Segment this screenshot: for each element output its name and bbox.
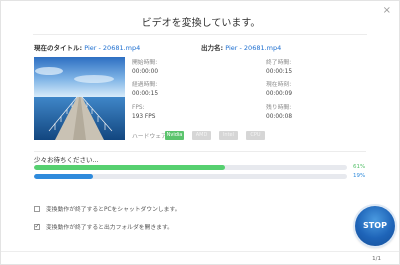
hardware-option-amd[interactable]: AMD — [192, 131, 211, 140]
current-time-value: 00:00:09 — [266, 91, 293, 97]
current-time-stat: 現在時刻: 00:00:09 — [266, 81, 292, 99]
checkmark-icon: ✓ — [34, 221, 40, 230]
remaining-time-label: 残り時間: — [266, 105, 292, 111]
open-folder-option[interactable]: ✓ 変換動作が終了すると出力フォルダを開きます。 — [34, 222, 173, 231]
end-time-stat: 終了時間: 00:00:15 — [266, 59, 292, 77]
end-time-label: 終了時間: — [266, 60, 292, 66]
pier-thumbnail-image — [34, 57, 125, 140]
overall-progress-fill — [34, 165, 225, 170]
open-folder-option-label: 変換動作が終了すると出力フォルダを開きます。 — [46, 225, 173, 231]
divider — [33, 34, 367, 35]
hardware-option-cpu[interactable]: CPU — [246, 131, 265, 140]
output-name-row: 出力名: Pier - 20681.mp4 — [201, 42, 281, 52]
remaining-time-value: 00:00:08 — [266, 114, 293, 120]
elapsed-time-stat: 経過時間: 00:00:15 — [132, 81, 158, 99]
output-name-label: 出力名: — [201, 44, 224, 52]
pagination-indicator: 1/1 — [372, 256, 381, 262]
current-title-value: Pier - 20681.mp4 — [84, 44, 141, 52]
shutdown-checkbox[interactable] — [34, 205, 40, 212]
current-title-label: 現在のタイトル: — [34, 44, 83, 52]
remaining-time-stat: 残り時間: 00:00:08 — [266, 104, 292, 122]
dialog-title: ビデオを変換しています。 — [141, 18, 261, 29]
fps-value: 193 FPS — [132, 114, 156, 120]
shutdown-option[interactable]: 変換動作が終了するとPCをシャットダウンします。 — [34, 204, 181, 213]
overall-progress-bar — [34, 165, 347, 170]
open-folder-checkbox[interactable]: ✓ — [34, 221, 40, 230]
hardware-option-nvidia[interactable]: Nvidia — [165, 131, 184, 140]
hardware-option-intel[interactable]: Intel — [219, 131, 238, 140]
start-time-stat: 開始時間: 00:00:00 — [132, 59, 158, 77]
elapsed-time-label: 経過時間: — [132, 82, 158, 88]
fps-stat: FPS: 193 FPS — [132, 104, 155, 122]
fps-label: FPS: — [132, 105, 145, 111]
divider — [34, 151, 366, 152]
current-time-label: 現在時刻: — [266, 82, 292, 88]
stop-button-label: STOP — [363, 221, 387, 230]
overall-progress-percent: 61% — [353, 164, 366, 170]
video-thumbnail — [34, 57, 125, 140]
end-time-value: 00:00:15 — [266, 69, 293, 75]
start-time-value: 00:00:00 — [132, 69, 159, 75]
hardware-label: ハードウェア: — [132, 134, 169, 140]
shutdown-option-label: 変換動作が終了するとPCをシャットダウンします。 — [46, 207, 181, 213]
conversion-dialog: × ビデオを変換しています。 現在のタイトル: Pier - 20681.mp4… — [0, 0, 400, 265]
stop-button[interactable]: STOP — [355, 206, 395, 246]
file-progress-percent: 19% — [353, 173, 366, 179]
file-progress-fill — [34, 174, 94, 179]
status-text: 少々お待ちください... — [34, 156, 99, 164]
divider — [1, 251, 399, 252]
elapsed-time-value: 00:00:15 — [132, 91, 159, 97]
current-title-row: 現在のタイトル: Pier - 20681.mp4 — [34, 42, 140, 52]
file-progress-bar — [34, 174, 347, 179]
output-name-value: Pier - 20681.mp4 — [225, 44, 282, 52]
start-time-label: 開始時間: — [132, 60, 158, 66]
